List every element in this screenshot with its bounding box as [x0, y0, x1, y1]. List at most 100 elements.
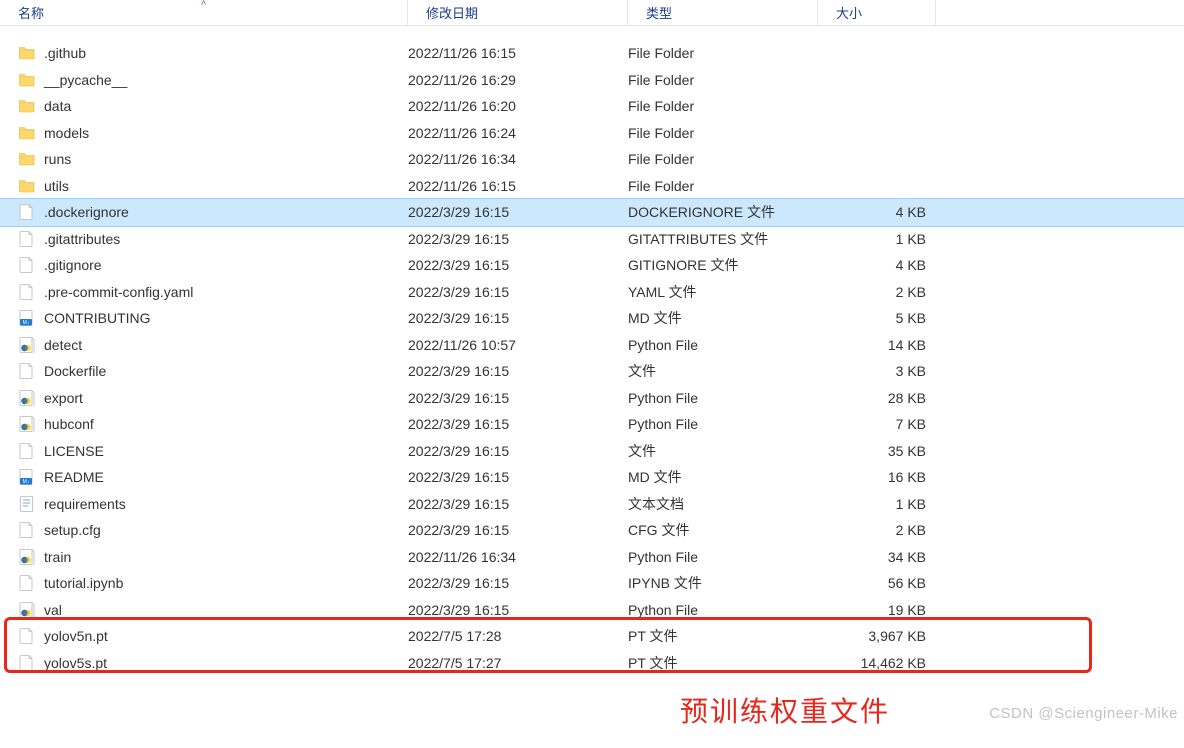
text-icon [18, 495, 36, 513]
file-name-label: data [44, 98, 71, 114]
file-type-cell: GITIGNORE 文件 [628, 255, 818, 275]
file-type-cell: Python File [628, 337, 818, 353]
file-date-cell: 2022/11/26 16:15 [408, 45, 628, 61]
file-row[interactable]: LICENSE2022/3/29 16:15文件35 KB [0, 438, 1184, 465]
file-row[interactable]: hubconf2022/3/29 16:15Python File7 KB [0, 411, 1184, 438]
file-type-cell: Python File [628, 602, 818, 618]
file-name-cell: Dockerfile [18, 362, 408, 380]
python-icon [18, 336, 36, 354]
python-icon [18, 389, 36, 407]
file-row[interactable]: M↓README2022/3/29 16:15MD 文件16 KB [0, 464, 1184, 491]
column-header-name[interactable]: 名称 ˄ [0, 0, 408, 25]
file-name-cell: tutorial.ipynb [18, 574, 408, 592]
file-type-cell: 文件 [628, 361, 818, 381]
file-date-cell: 2022/3/29 16:15 [408, 284, 628, 300]
file-row[interactable]: M↓CONTRIBUTING2022/3/29 16:15MD 文件5 KB [0, 305, 1184, 332]
file-name-label: tutorial.ipynb [44, 575, 123, 591]
file-size-cell: 34 KB [818, 549, 936, 565]
file-type-cell: DOCKERIGNORE 文件 [628, 202, 818, 222]
file-type-cell: CFG 文件 [628, 520, 818, 540]
file-row[interactable]: __pycache__2022/11/26 16:29File Folder [0, 67, 1184, 94]
file-size-cell: 2 KB [818, 522, 936, 538]
file-type-cell: PT 文件 [628, 626, 818, 646]
file-date-cell: 2022/11/26 16:24 [408, 125, 628, 141]
file-date-cell: 2022/3/29 16:15 [408, 602, 628, 618]
file-date-cell: 2022/3/29 16:15 [408, 390, 628, 406]
file-size-cell: 14,462 KB [818, 655, 936, 671]
file-row[interactable]: Dockerfile2022/3/29 16:15文件3 KB [0, 358, 1184, 385]
file-name-label: __pycache__ [44, 72, 127, 88]
file-row[interactable]: utils2022/11/26 16:15File Folder [0, 173, 1184, 200]
file-type-cell: File Folder [628, 178, 818, 194]
file-type-cell: MD 文件 [628, 308, 818, 328]
file-row[interactable]: models2022/11/26 16:24File Folder [0, 120, 1184, 147]
file-row[interactable]: train2022/11/26 16:34Python File34 KB [0, 544, 1184, 571]
file-name-cell: .gitignore [18, 256, 408, 274]
folder-icon [18, 71, 36, 89]
column-header-date[interactable]: 修改日期 [408, 0, 628, 25]
file-row[interactable]: .dockerignore2022/3/29 16:15DOCKERIGNORE… [0, 199, 1184, 226]
file-row[interactable]: runs2022/11/26 16:34File Folder [0, 146, 1184, 173]
file-name-label: yolov5s.pt [44, 655, 107, 671]
file-row[interactable]: val2022/3/29 16:15Python File19 KB [0, 597, 1184, 624]
file-date-cell: 2022/7/5 17:28 [408, 628, 628, 644]
column-header-date-label: 修改日期 [426, 3, 478, 22]
file-row[interactable]: yolov5n.pt2022/7/5 17:28PT 文件3,967 KB [0, 623, 1184, 650]
column-header-type[interactable]: 类型 [628, 0, 818, 25]
file-name-label: .github [44, 45, 86, 61]
file-name-label: CONTRIBUTING [44, 310, 151, 326]
file-date-cell: 2022/11/26 16:34 [408, 151, 628, 167]
folder-icon [18, 150, 36, 168]
file-date-cell: 2022/11/26 10:57 [408, 337, 628, 353]
file-row[interactable]: data2022/11/26 16:20File Folder [0, 93, 1184, 120]
file-date-cell: 2022/3/29 16:15 [408, 310, 628, 326]
file-type-cell: 文件 [628, 441, 818, 461]
file-icon [18, 521, 36, 539]
file-date-cell: 2022/3/29 16:15 [408, 416, 628, 432]
file-size-cell: 2 KB [818, 284, 936, 300]
file-icon [18, 203, 36, 221]
svg-text:M↓: M↓ [23, 320, 30, 326]
file-name-label: hubconf [44, 416, 94, 432]
file-name-cell: M↓ CONTRIBUTING [18, 309, 408, 327]
column-header-row: 名称 ˄ 修改日期 类型 大小 [0, 0, 1184, 26]
annotation-text: 预训练权重文件 [680, 690, 890, 730]
file-row[interactable]: detect2022/11/26 10:57Python File14 KB [0, 332, 1184, 359]
file-list: .github2022/11/26 16:15File Folder__pyca… [0, 40, 1184, 676]
file-row[interactable]: .gitignore2022/3/29 16:15GITIGNORE 文件4 K… [0, 252, 1184, 279]
file-name-label: yolov5n.pt [44, 628, 108, 644]
file-name-label: val [44, 602, 62, 618]
file-date-cell: 2022/3/29 16:15 [408, 575, 628, 591]
file-row[interactable]: .gitattributes2022/3/29 16:15GITATTRIBUT… [0, 226, 1184, 253]
file-type-cell: File Folder [628, 72, 818, 88]
file-name-cell: yolov5n.pt [18, 627, 408, 645]
file-type-cell: YAML 文件 [628, 282, 818, 302]
file-type-cell: PT 文件 [628, 653, 818, 673]
file-row[interactable]: requirements2022/3/29 16:15文本文档1 KB [0, 491, 1184, 518]
column-header-size[interactable]: 大小 [818, 0, 936, 25]
file-row[interactable]: setup.cfg2022/3/29 16:15CFG 文件2 KB [0, 517, 1184, 544]
file-name-cell: setup.cfg [18, 521, 408, 539]
file-row[interactable]: tutorial.ipynb2022/3/29 16:15IPYNB 文件56 … [0, 570, 1184, 597]
file-date-cell: 2022/3/29 16:15 [408, 443, 628, 459]
file-name-label: detect [44, 337, 82, 353]
file-name-cell: utils [18, 177, 408, 195]
file-type-cell: File Folder [628, 45, 818, 61]
sort-ascending-icon: ˄ [201, 0, 207, 9]
file-name-label: .dockerignore [44, 204, 129, 220]
file-row[interactable]: export2022/3/29 16:15Python File28 KB [0, 385, 1184, 412]
file-name-label: runs [44, 151, 71, 167]
file-size-cell: 28 KB [818, 390, 936, 406]
file-row[interactable]: .pre-commit-config.yaml2022/3/29 16:15YA… [0, 279, 1184, 306]
file-row[interactable]: yolov5s.pt2022/7/5 17:27PT 文件14,462 KB [0, 650, 1184, 677]
file-name-label: .gitignore [44, 257, 102, 273]
md-icon: M↓ [18, 468, 36, 486]
folder-icon [18, 97, 36, 115]
file-name-cell: requirements [18, 495, 408, 513]
md-icon: M↓ [18, 309, 36, 327]
file-row[interactable]: .github 2022/11/26 16:15File Folder [0, 40, 1184, 67]
file-date-cell: 2022/3/29 16:15 [408, 363, 628, 379]
file-type-cell: File Folder [628, 98, 818, 114]
file-name-cell: models [18, 124, 408, 142]
file-date-cell: 2022/3/29 16:15 [408, 257, 628, 273]
